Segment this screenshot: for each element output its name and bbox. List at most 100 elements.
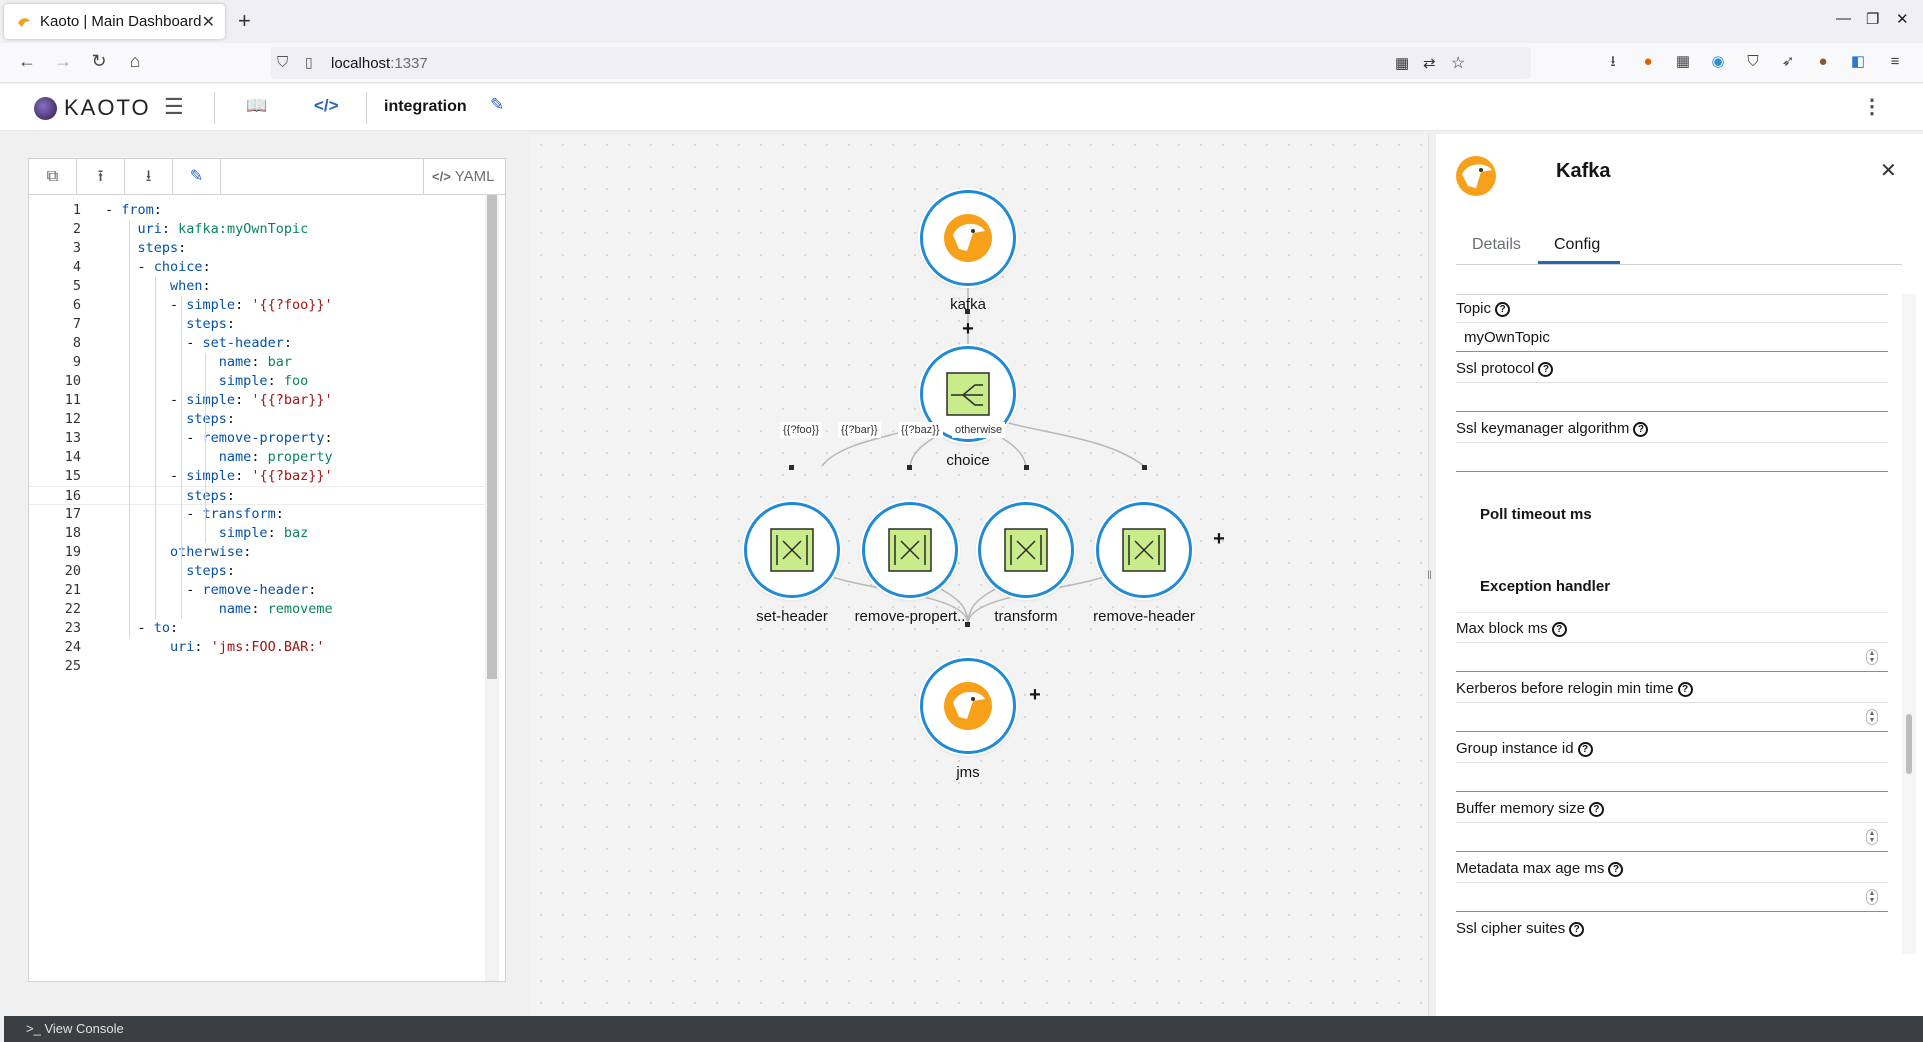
kebab-menu-icon[interactable]: ⋮ [1862,94,1882,119]
add-step-remove-header-plus[interactable]: + [1210,528,1228,551]
code-line[interactable]: 3 steps: [29,239,489,258]
code-line[interactable]: 14 name: property [29,448,489,467]
qr-code-icon[interactable]: ▦ [1395,54,1409,72]
edit-button[interactable]: ✎ [173,159,221,195]
minimize-icon[interactable]: — [1836,10,1851,27]
browser-tab[interactable]: Kaoto | Main Dashboard ✕ [4,4,225,39]
code-line[interactable]: 13 - remove-property: [29,429,489,448]
add-step-kafka-plus[interactable]: + [959,318,977,341]
code-line[interactable]: 20 steps: [29,562,489,581]
number-spinner-icon[interactable]: ▲ ▼ [1866,829,1878,845]
transform-node[interactable] [978,502,1074,598]
number-spinner-icon[interactable]: ▲ ▼ [1866,889,1878,905]
kafka-node[interactable] [920,190,1016,286]
help-icon[interactable]: ? [1577,742,1593,757]
code-line[interactable]: 1 - from: [29,201,489,220]
help-icon[interactable]: ? [1588,802,1604,817]
editor-scrollbar[interactable] [485,195,499,981]
tab-close-icon[interactable]: ✕ [202,12,215,32]
code-line[interactable]: 5 when: [29,277,489,296]
remove-property-node[interactable] [862,502,958,598]
remove-header-node[interactable] [1096,502,1192,598]
code-line[interactable]: 25 [29,657,489,676]
flow-canvas[interactable]: kafka + choice {{?foo}} {{?bar}} {{?baz}… [530,134,1428,1016]
reload-icon[interactable]: ↻ [87,51,111,72]
extension-bird-icon[interactable]: ➶ [1779,53,1797,71]
extension-shield-icon[interactable]: ⛉ [1744,53,1762,71]
poll-timeout-section[interactable]: Poll timeout ms [1480,506,1592,523]
code-line[interactable]: 11 - simple: '{{?bar}}' [29,391,489,410]
code-line[interactable]: 18 simple: baz [29,524,489,543]
code-line[interactable]: 2 uri: kafka:myOwnTopic [29,220,489,239]
exception-handler-section[interactable]: Exception handler [1480,578,1610,595]
window-close-icon[interactable]: ✕ [1896,10,1909,28]
number-spinner-icon[interactable]: ▲ ▼ [1866,649,1878,665]
help-icon[interactable]: ? [1608,862,1624,877]
upload-button[interactable]: ⭱ [77,159,125,195]
code-line[interactable]: 24 uri: 'jms:FOO.BAR:' [29,638,489,657]
code-line[interactable]: 21 - remove-header: [29,581,489,600]
code-line[interactable]: 12 steps: [29,410,489,429]
metadata-max-age-input[interactable]: ▲ ▼ [1456,882,1888,912]
url-bar[interactable]: ⛉ ▯ localhost:1337 ▦ ⇄ ☆ [271,47,1531,79]
code-line[interactable]: 9 name: bar [29,353,489,372]
code-line[interactable]: 17 - transform: [29,505,489,524]
ssl-protocol-input[interactable] [1456,382,1888,412]
close-panel-icon[interactable]: ✕ [1880,158,1897,183]
code-line[interactable]: 6 - simple: '{{?foo}}' [29,296,489,315]
extension-orange-icon[interactable]: ● [1639,53,1657,71]
max-block-input[interactable]: ▲ ▼ [1456,642,1888,672]
help-icon[interactable]: ? [1677,682,1693,697]
code-line[interactable]: 7 steps: [29,315,489,334]
code-area[interactable]: 1- from: 2 uri: kafka:myOwnTopic 3 steps: 4… [29,201,489,676]
hamburger-menu-icon[interactable]: ☰ [164,94,184,120]
catalog-book-icon[interactable]: 📖 [246,96,267,116]
details-scrollbar[interactable] [1902,294,1916,954]
browser-menu-icon[interactable]: ≡ [1886,53,1904,71]
code-line[interactable]: 15 - simple: '{{?baz}}' [29,467,489,486]
extension-translate-icon[interactable]: ◧ [1849,53,1867,71]
code-line[interactable]: 23 - to: [29,619,489,638]
download-icon[interactable]: ⭳ [1604,53,1622,71]
editor-scrollbar-thumb[interactable] [487,195,497,679]
ssl-keymanager-input[interactable] [1456,442,1888,472]
add-step-jms-plus[interactable]: + [1026,684,1044,707]
copy-button[interactable]: ⧉ [29,159,77,195]
help-icon[interactable]: ? [1633,422,1649,437]
kerberos-input[interactable]: ▲ ▼ [1456,702,1888,732]
group-instance-input[interactable] [1456,762,1888,792]
translate-icon[interactable]: ⇄ [1423,54,1436,72]
number-spinner-icon[interactable]: ▲ ▼ [1866,709,1878,725]
download-button[interactable]: ⭳ [125,159,173,195]
yaml-language-tab[interactable]: </> YAML [423,159,505,195]
buffer-memory-input[interactable]: ▲ ▼ [1456,822,1888,852]
restore-icon[interactable]: ❐ [1866,10,1879,28]
topic-input[interactable]: myOwnTopic [1456,322,1888,352]
details-scrollbar-thumb[interactable] [1906,714,1912,774]
extension-cookie-icon[interactable]: ● [1814,53,1832,71]
tab-config[interactable]: Config [1554,236,1600,254]
tab-details[interactable]: Details [1472,236,1521,254]
code-line[interactable]: 8 - set-header: [29,334,489,353]
bookmark-star-icon[interactable]: ☆ [1451,53,1465,73]
url-text[interactable]: localhost:1337 [331,55,428,72]
new-tab-button[interactable]: + [238,8,251,34]
back-icon[interactable]: ← [15,51,39,72]
help-icon[interactable]: ? [1495,302,1511,317]
shield-icon[interactable]: ⛉ [277,54,288,71]
help-icon[interactable]: ? [1551,622,1567,637]
code-line[interactable]: 16 steps: [29,486,489,505]
extension-grid-icon[interactable]: ▦ [1674,53,1692,71]
edit-name-pencil-icon[interactable]: ✎ [490,95,504,115]
home-icon[interactable]: ⌂ [123,51,147,72]
view-console-bar[interactable]: >_ View Console [4,1016,1923,1042]
extension-globe-icon[interactable]: ◉ [1709,53,1727,71]
help-icon[interactable]: ? [1569,922,1585,937]
page-icon[interactable]: ▯ [305,54,313,71]
code-line[interactable]: 19 otherwise: [29,543,489,562]
jms-node[interactable] [920,658,1016,754]
code-line[interactable]: 10 simple: foo [29,372,489,391]
help-icon[interactable]: ? [1538,362,1554,377]
set-header-node[interactable] [744,502,840,598]
code-line[interactable]: 4 - choice: [29,258,489,277]
